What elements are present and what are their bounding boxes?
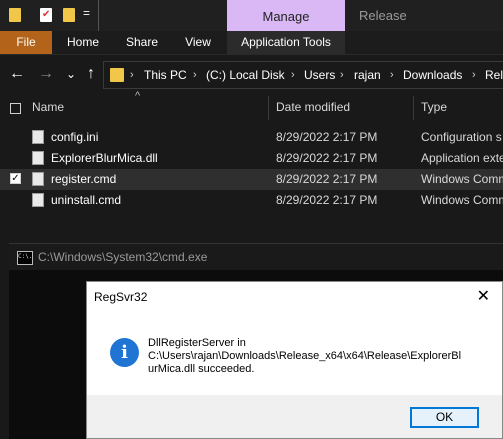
info-icon: i: [110, 338, 139, 367]
breadcrumb-this-pc[interactable]: This PC: [144, 62, 187, 88]
message-line: DllRegisterServer in: [148, 337, 246, 349]
tab-application-tools[interactable]: Application Tools: [227, 31, 345, 54]
cmd-file-icon: [32, 193, 44, 207]
column-header: ^ Name Date modified Type: [0, 90, 503, 120]
dialog-message: DllRegisterServer in C:\Users\rajan\Down…: [148, 337, 493, 376]
up-button[interactable]: ↑: [82, 63, 100, 85]
column-date-modified[interactable]: Date modified: [276, 100, 350, 114]
breadcrumb-rajan[interactable]: rajan: [354, 62, 381, 88]
address-bar[interactable]: › This PC › (C:) Local Disk › Users › ra…: [103, 61, 503, 89]
cmd-icon: C:\.: [17, 251, 33, 265]
file-date: 8/29/2022 2:17 PM: [276, 172, 378, 186]
breadcrumb-local-disk[interactable]: (C:) Local Disk: [206, 62, 285, 88]
tab-share[interactable]: Share: [118, 31, 166, 54]
tab-home[interactable]: Home: [60, 31, 106, 54]
breadcrumb-separator[interactable]: ›: [472, 62, 476, 88]
file-type: Windows Comm: [421, 193, 503, 207]
recent-locations-button[interactable]: ⌄: [62, 63, 80, 85]
regsvr32-dialog: RegSvr32 ✕ i DllRegisterServer in C:\Use…: [86, 281, 503, 439]
dialog-title: RegSvr32: [94, 290, 148, 304]
file-type: Application exte: [421, 151, 503, 165]
cmd-file-icon: [32, 172, 44, 186]
dialog-footer: OK: [87, 395, 502, 438]
breadcrumb-separator[interactable]: ›: [390, 62, 394, 88]
file-row-selected[interactable]: ✓ register.cmd 8/29/2022 2:17 PM Windows…: [0, 169, 503, 190]
file-name: register.cmd: [51, 172, 117, 186]
ini-file-icon: [32, 130, 44, 144]
breadcrumb-separator[interactable]: ›: [340, 62, 344, 88]
cmd-window-title: C:\Windows\System32\cmd.exe: [38, 250, 208, 264]
close-icon[interactable]: ✕: [477, 286, 490, 306]
file-row[interactable]: config.ini 8/29/2022 2:17 PM Configurati…: [0, 127, 503, 148]
ok-button[interactable]: OK: [410, 407, 479, 428]
file-date: 8/29/2022 2:17 PM: [276, 193, 378, 207]
column-type[interactable]: Type: [421, 100, 447, 114]
dll-file-icon: [32, 151, 44, 165]
message-line: C:\Users\rajan\Downloads\Release_x64\x64…: [148, 350, 462, 362]
file-date: 8/29/2022 2:17 PM: [276, 130, 378, 144]
breadcrumb-separator[interactable]: ›: [193, 62, 197, 88]
folder-icon: [110, 68, 124, 82]
manage-context-tab[interactable]: Manage: [227, 0, 345, 31]
file-row[interactable]: uninstall.cmd 8/29/2022 2:17 PM Windows …: [0, 190, 503, 211]
column-divider[interactable]: [413, 96, 414, 120]
ribbon-tabs: File Home Share View Application Tools: [0, 31, 503, 55]
file-date: 8/29/2022 2:17 PM: [276, 151, 378, 165]
file-name: config.ini: [51, 130, 99, 144]
title-divider: [98, 0, 99, 31]
breadcrumb-users[interactable]: Users: [304, 62, 335, 88]
tab-file[interactable]: File: [0, 31, 52, 54]
window-title: Release: [359, 8, 407, 23]
breadcrumb-downloads[interactable]: Downloads: [403, 62, 462, 88]
title-bar: ✔ = Manage Release: [0, 0, 503, 31]
folder-icon[interactable]: [9, 8, 21, 22]
back-button[interactable]: ←: [8, 63, 26, 85]
breadcrumb-separator[interactable]: ›: [291, 62, 295, 88]
sort-indicator-icon: ^: [135, 90, 141, 102]
row-checkbox[interactable]: ✓: [10, 173, 21, 184]
file-type: Windows Comm: [421, 172, 503, 186]
message-line: urMica.dll succeeded.: [148, 363, 255, 375]
file-name: uninstall.cmd: [51, 193, 122, 207]
new-folder-icon[interactable]: [63, 8, 75, 22]
file-type: Configuration s: [421, 130, 502, 144]
breadcrumb-separator[interactable]: ›: [130, 62, 134, 88]
properties-icon[interactable]: ✔: [40, 8, 52, 22]
select-all-checkbox[interactable]: [10, 103, 21, 114]
file-row[interactable]: ExplorerBlurMica.dll 8/29/2022 2:17 PM A…: [0, 148, 503, 169]
breadcrumb-release[interactable]: Rele: [485, 62, 503, 88]
column-name[interactable]: Name: [32, 100, 64, 114]
forward-button[interactable]: →: [37, 63, 55, 85]
tab-view[interactable]: View: [176, 31, 220, 54]
cmd-title-bar[interactable]: C:\. C:\Windows\System32\cmd.exe: [9, 243, 503, 271]
navigation-bar: ← → ⌄ ↑ › This PC › (C:) Local Disk › Us…: [0, 55, 503, 93]
column-divider[interactable]: [268, 96, 269, 120]
qat-dropdown-icon[interactable]: =: [83, 6, 90, 20]
file-name: ExplorerBlurMica.dll: [51, 151, 158, 165]
